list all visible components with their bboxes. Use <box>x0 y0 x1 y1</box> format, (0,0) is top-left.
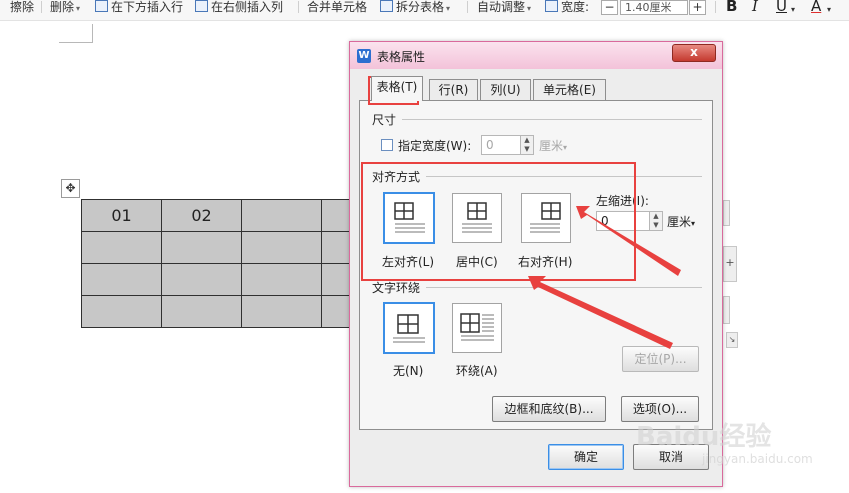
arrow-to-alignment-section-icon <box>528 276 673 349</box>
arrow-to-align-right-icon <box>576 206 681 276</box>
baidu-watermark: Baidu经验 <box>636 422 772 452</box>
tab-table[interactable]: 表格(T) <box>371 76 423 101</box>
baidu-watermark-url: jingyan.baidu.com <box>702 452 813 466</box>
